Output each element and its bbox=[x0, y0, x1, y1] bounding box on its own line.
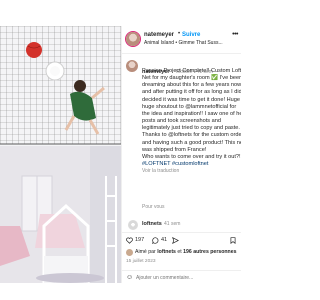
for-you-link[interactable]: Pour vous bbox=[142, 204, 165, 210]
comment-icon[interactable] bbox=[152, 237, 159, 246]
liker-avatar bbox=[126, 249, 133, 256]
loft-net-room-photo bbox=[0, 26, 121, 283]
caption-line: Who wants to come over and try it out?! bbox=[142, 153, 241, 160]
caption-line: decided it was time to get it done! Huge bbox=[142, 96, 240, 103]
caption-avatar[interactable] bbox=[126, 60, 138, 72]
comment-input[interactable] bbox=[136, 273, 236, 282]
post-date: 15 juillet 2023 bbox=[126, 259, 156, 264]
see-translation-link[interactable]: Voir la traduction bbox=[142, 168, 241, 175]
liker-username[interactable]: loftnets bbox=[157, 249, 176, 255]
caption-line: Thanks to @loftnets for the custom order bbox=[142, 132, 241, 139]
commenter-avatar[interactable] bbox=[128, 220, 138, 230]
post-header: natemeyer • Suivre Animal Island • Gimme… bbox=[122, 26, 241, 54]
caption-line: and after putting it off for as long as … bbox=[142, 89, 241, 96]
header-separator: • bbox=[178, 31, 181, 37]
caption-line: posts and took screenshots and bbox=[142, 118, 221, 125]
caption-line: was shipped from France! bbox=[142, 146, 207, 153]
author-avatar[interactable] bbox=[126, 32, 140, 46]
post-side-panel: natemeyer • Suivre Animal Island • Gimme… bbox=[121, 26, 241, 283]
caption-line: dreaming about this for a few years now bbox=[142, 82, 241, 89]
caption-hashtags[interactable]: #LOFTNET #customloftnet bbox=[142, 161, 241, 168]
likes-count: 197 bbox=[135, 237, 145, 243]
share-icon[interactable] bbox=[172, 236, 180, 246]
caption-line: the idea and inspiration!! I saw one of … bbox=[142, 110, 241, 117]
action-bar: 197 41 bbox=[122, 232, 241, 246]
bookmark-icon[interactable] bbox=[230, 237, 236, 246]
commenter-username[interactable]: loftnets bbox=[142, 221, 162, 227]
caption-line: huge shoutout to @lammnetofficial for bbox=[142, 103, 237, 110]
add-comment-bar: ☺ bbox=[122, 270, 241, 283]
caption-line: and having such a good product! This net bbox=[142, 139, 241, 146]
instagram-post: natemeyer • Suivre Animal Island • Gimme… bbox=[0, 0, 241, 300]
author-username[interactable]: natemeyer bbox=[144, 32, 174, 38]
post-photo[interactable] bbox=[0, 26, 121, 283]
likes-prefix: Aimé par bbox=[135, 249, 158, 255]
follow-button[interactable]: Suivre bbox=[182, 32, 200, 38]
caption-line: Net for my daughter's room ✅ I've been bbox=[142, 75, 241, 82]
more-horizontal-icon[interactable]: ••• bbox=[232, 31, 238, 38]
likes-summary: Aimé par loftnets et 196 autres personne… bbox=[122, 248, 241, 258]
likes-others-link[interactable]: 196 autres personnes bbox=[183, 249, 236, 255]
heart-icon[interactable] bbox=[126, 237, 133, 246]
comment-time: 41 sem bbox=[164, 221, 181, 227]
emoji-icon[interactable]: ☺ bbox=[126, 274, 133, 281]
likes-text: Aimé par loftnets et 196 autres personne… bbox=[135, 249, 237, 255]
caption-text: Passion Project Complete!! Custom Loft N… bbox=[142, 68, 241, 175]
caption-line: legitimately just tried to copy and past… bbox=[142, 125, 240, 132]
audio-track-link[interactable]: Animal Island • Gimme That Suss... bbox=[144, 40, 230, 46]
comments-count: 41 bbox=[161, 237, 168, 243]
